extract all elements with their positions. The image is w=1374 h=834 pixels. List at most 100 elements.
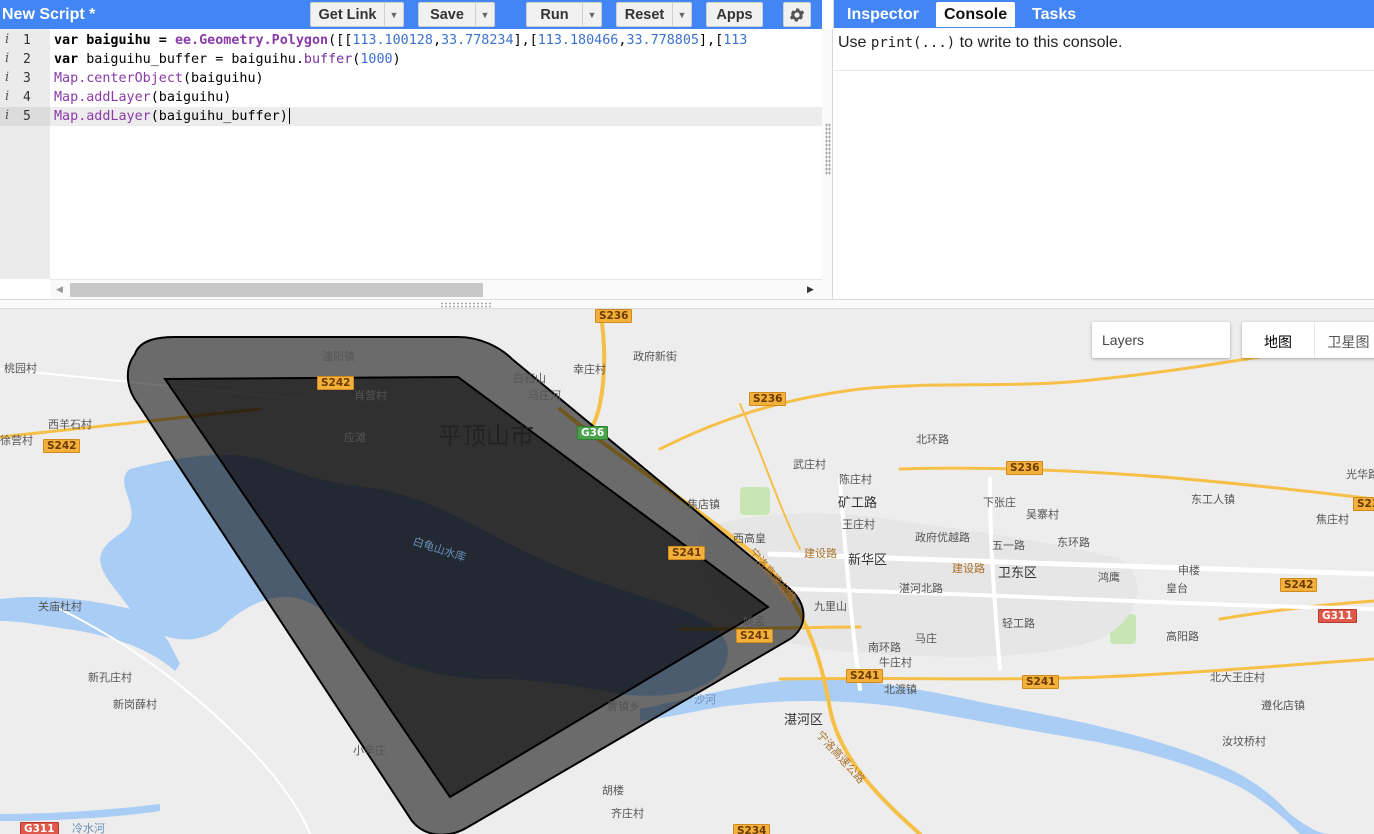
chevron-down-icon: ▼	[480, 9, 490, 20]
code-text: (baiguihu_buffer)	[150, 109, 288, 124]
road-label: 高阳路	[1166, 630, 1199, 643]
info-icon[interactable]: i	[5, 89, 9, 104]
route-shield: S236	[749, 392, 787, 406]
line-number: 4	[23, 90, 31, 105]
route-shield: S241	[736, 629, 774, 643]
drag-handle-icon[interactable]	[440, 302, 492, 308]
place-label: 武庄村	[793, 458, 826, 471]
chevron-down-icon: ▼	[587, 9, 597, 20]
settings-button[interactable]	[783, 2, 811, 27]
place-label: 西羊石村	[48, 418, 92, 431]
divider	[834, 70, 1374, 71]
route-shield: G311	[1318, 609, 1357, 623]
save-dropdown[interactable]: ▼	[475, 3, 494, 26]
park	[740, 487, 770, 515]
place-label: 马庄河	[528, 389, 561, 402]
road-label: 轻工路	[1002, 617, 1035, 630]
gutter-line: i3	[0, 69, 50, 88]
map-type-control: 地图 卫星图	[1242, 322, 1374, 358]
info-icon[interactable]: i	[5, 32, 9, 47]
horizontal-splitter[interactable]	[0, 299, 1374, 309]
code-line-1[interactable]: var baiguihu = ee.Geometry.Polygon([[113…	[54, 31, 747, 50]
get-link-dropdown[interactable]: ▼	[384, 3, 403, 26]
code-line-3[interactable]: Map.centerObject(baiguihu)	[54, 69, 264, 88]
gutter-line: i1	[0, 31, 50, 50]
punct: )	[392, 52, 401, 67]
line-number: 5	[23, 109, 31, 124]
drag-handle-icon[interactable]	[825, 123, 831, 175]
code-line-2[interactable]: var baiguihu_buffer = baiguihu.buffer(10…	[54, 50, 401, 69]
scrollbar-thumb[interactable]	[70, 283, 483, 297]
save-button[interactable]: Save ▼	[418, 2, 495, 27]
city-label: 平顶山市	[438, 422, 534, 450]
route-shield: S242	[1280, 578, 1318, 592]
tab-console[interactable]: Console	[936, 2, 1016, 27]
code-text: (baiguihu)	[150, 90, 232, 105]
place-label: 北渡镇	[884, 683, 917, 696]
place-label: 光华路	[1346, 468, 1374, 481]
get-link-button[interactable]: Get Link ▼	[310, 2, 404, 27]
reset-dropdown[interactable]: ▼	[672, 3, 691, 26]
place-label: 新岗薛村	[113, 698, 157, 711]
place-label: 滍阳镇	[322, 350, 355, 363]
editor-toolbar: New Script * Get Link ▼ Save ▼ Run ▼ Res…	[0, 0, 822, 29]
place-label: 皇台	[1166, 582, 1188, 595]
map-type-map-button[interactable]: 地图	[1242, 322, 1314, 358]
identifier: baiguihu =	[78, 33, 175, 48]
info-icon[interactable]: i	[5, 108, 9, 123]
text-cursor	[288, 108, 290, 124]
map-type-satellite-button[interactable]: 卫星图	[1314, 322, 1374, 358]
horizontal-scrollbar[interactable]: ◀ ▶	[50, 279, 822, 299]
route-shield: S241	[846, 669, 884, 683]
district-label: 新华区	[848, 553, 888, 568]
road-label: 湛河北路	[899, 582, 943, 595]
provincial-road	[898, 466, 1374, 501]
scroll-right-icon[interactable]: ▶	[807, 284, 814, 295]
script-title[interactable]: New Script *	[2, 6, 95, 24]
reset-button[interactable]: Reset ▼	[616, 2, 692, 27]
layers-control[interactable]: Layers	[1092, 322, 1230, 358]
place-label: 白石山	[513, 372, 546, 385]
method: .centerObject	[78, 71, 183, 86]
road-label: 东环路	[1057, 536, 1090, 549]
water-label: 沙河	[694, 693, 716, 706]
apps-button[interactable]: Apps	[706, 2, 763, 27]
place-label: 姚孟	[743, 615, 765, 628]
map-view[interactable]: 平顶山市 新华区 卫东区 湛河区 白龟山水库 桃园村 西羊石村 徐营村 关庙杜村…	[0, 309, 1374, 834]
route-shield: S232	[1353, 497, 1374, 511]
place-label: 新孔庄村	[88, 671, 132, 684]
info-icon[interactable]: i	[5, 70, 9, 85]
place-label: 下张庄	[983, 496, 1016, 509]
code-editor[interactable]: i1 i2 i3 i4 i5 var baiguihu = ee.Geometr…	[0, 29, 822, 299]
method: .addLayer	[78, 90, 151, 105]
line-gutter: i1 i2 i3 i4 i5	[0, 29, 50, 279]
code-line-5[interactable]: Map.addLayer(baiguihu_buffer)	[50, 107, 822, 126]
vertical-splitter[interactable]	[822, 29, 833, 299]
punct: ,	[432, 33, 441, 48]
gutter-line: i2	[0, 50, 50, 69]
punct: ([[	[328, 33, 353, 48]
console-hint: Use print(...) to write to this console.	[838, 34, 1122, 52]
road-label: 建设路	[804, 547, 837, 560]
place-label: 桃园村	[4, 362, 37, 375]
run-dropdown[interactable]: ▼	[582, 3, 601, 26]
code-line-4[interactable]: Map.addLayer(baiguihu)	[54, 88, 231, 107]
place-label: 吴寨村	[1026, 508, 1059, 521]
place-label: 王庄村	[842, 518, 875, 531]
route-shield: S242	[43, 439, 81, 453]
run-button[interactable]: Run ▼	[526, 2, 602, 27]
punct: ],[	[699, 33, 724, 48]
info-icon[interactable]: i	[5, 51, 9, 66]
save-label: Save	[430, 6, 464, 23]
scroll-left-icon[interactable]: ◀	[56, 284, 63, 295]
hint-text: Use	[838, 34, 871, 51]
right-panel-tabs: Inspector Console Tasks	[834, 0, 1374, 28]
road-label: 政府优越路	[915, 531, 970, 544]
number: 1000	[360, 52, 393, 67]
tab-inspector[interactable]: Inspector	[839, 2, 927, 27]
tab-tasks[interactable]: Tasks	[1024, 2, 1084, 27]
layers-label: Layers	[1102, 332, 1145, 348]
chevron-down-icon: ▼	[677, 9, 687, 20]
place-label: 九里山	[814, 600, 847, 613]
api-call: ee.Geometry.Polygon	[174, 33, 329, 48]
